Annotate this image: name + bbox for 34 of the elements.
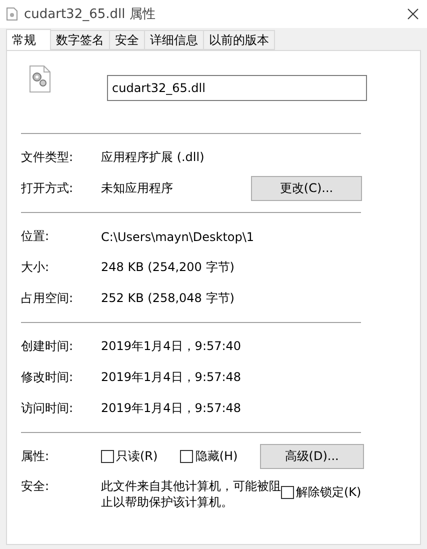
tab[interactable]: 以前的版本 <box>203 30 275 50</box>
advanced-button[interactable]: 高级(D)... <box>260 444 364 469</box>
field-value: 未知应用程序 <box>101 180 174 197</box>
tab[interactable]: 详细信息 <box>144 30 204 50</box>
field-value: 2019年1月4日，9:57:48 <box>101 400 242 417</box>
window-title: cudart32_65.dll 属性 <box>24 6 156 23</box>
field-label: 访问时间: <box>21 400 74 417</box>
field-label: 打开方式: <box>21 180 74 197</box>
checkbox[interactable]: 隐藏(H) <box>180 448 260 465</box>
field-value: 248 KB (254,200 字节) <box>101 259 236 276</box>
close-icon[interactable] <box>407 8 419 20</box>
field-value: 应用程序扩展 (.dll) <box>101 149 206 166</box>
field-value: 252 KB (258,048 字节) <box>101 290 236 307</box>
field-label: 位置: <box>21 228 50 245</box>
gear-file-icon <box>29 65 51 93</box>
security-text: 此文件来自其他计算机，可能被阻止以帮助保护该计算机。 <box>101 478 281 510</box>
field-label: 文件类型: <box>21 149 74 166</box>
field-label: 属性: <box>21 448 50 465</box>
checkbox[interactable]: 只读(R) <box>101 448 180 465</box>
tab[interactable]: 常规 <box>6 29 51 50</box>
field-label: 修改时间: <box>21 369 74 386</box>
tab[interactable]: 数字签名 <box>50 30 110 50</box>
field-label: 安全: <box>21 478 50 495</box>
field-label: 大小: <box>21 259 50 276</box>
field-value: C:\Users\mayn\Desktop\1 <box>101 230 251 244</box>
file-icon <box>6 7 18 21</box>
checkbox[interactable]: 解除锁定(K) <box>281 484 367 501</box>
change-button[interactable]: 更改(C)... <box>251 176 362 201</box>
field-label: 占用空间: <box>21 290 74 307</box>
field-value: 2019年1月4日，9:57:48 <box>101 369 242 386</box>
field-value: 2019年1月4日，9:57:40 <box>101 338 242 355</box>
file-name-field[interactable]: cudart32_65.dll <box>107 75 367 101</box>
field-label: 创建时间: <box>21 338 74 355</box>
tab[interactable]: 安全 <box>109 30 145 50</box>
